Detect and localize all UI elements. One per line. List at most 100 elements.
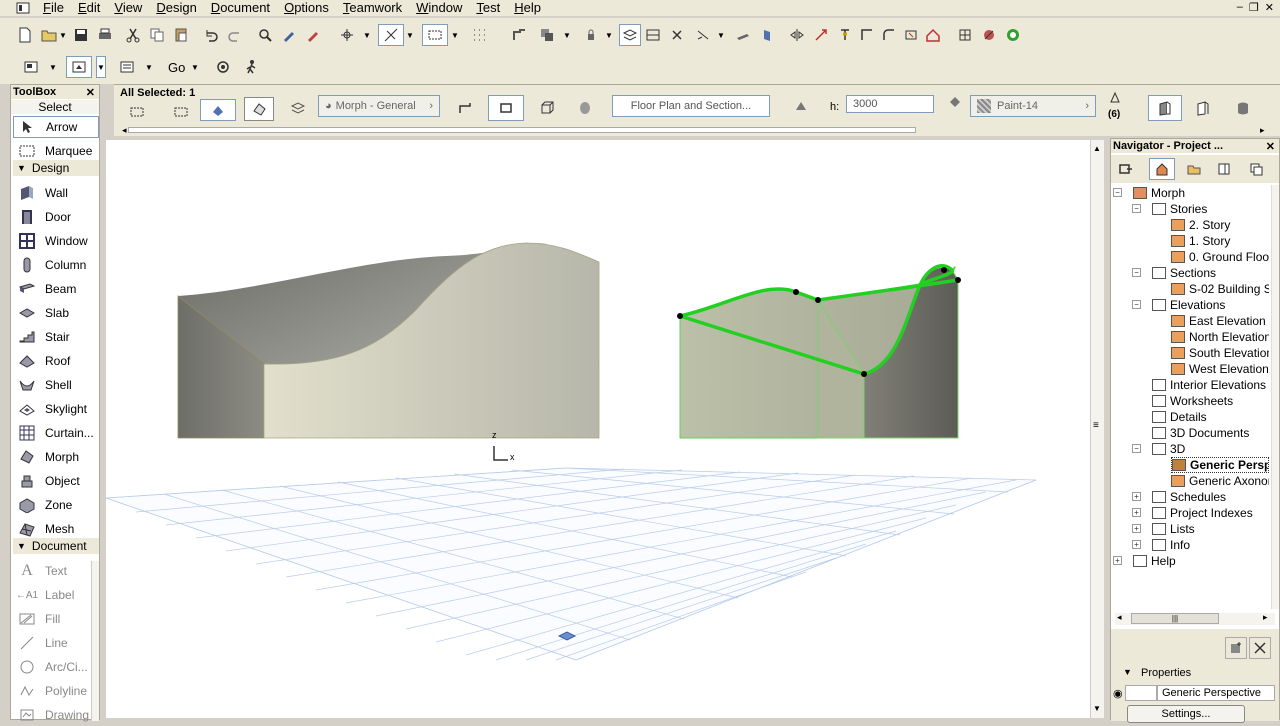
redo-icon[interactable]: [224, 24, 246, 46]
scroll-right-icon[interactable]: ▸: [1260, 125, 1265, 136]
close-icon[interactable]: ✕: [1265, 1, 1274, 14]
3d-viewport[interactable]: z x: [106, 140, 1090, 718]
tool-door[interactable]: Door: [13, 206, 99, 228]
undo-icon[interactable]: [200, 24, 222, 46]
geometry-method-icon[interactable]: [126, 101, 148, 123]
expand-toggle-icon[interactable]: +: [1132, 524, 1141, 533]
layout-dropdown-icon[interactable]: ▼: [48, 56, 58, 78]
copy-icon[interactable]: [146, 24, 168, 46]
tool-window[interactable]: Window: [13, 230, 99, 252]
tool-shell[interactable]: Shell: [13, 374, 99, 396]
open-icon[interactable]: [38, 24, 60, 46]
3d-view-icon[interactable]: [66, 56, 92, 78]
3d-window-icon[interactable]: [954, 24, 976, 46]
nav-item-s-02-building-sec[interactable]: S-02 Building Sec: [1171, 281, 1269, 297]
nav-item-worksheets[interactable]: Worksheets: [1152, 393, 1269, 409]
scroll-right-icon[interactable]: ▸: [1263, 612, 1268, 623]
teamwork-icon[interactable]: [1002, 24, 1024, 46]
navigator-hscroll[interactable]: ◂ ||| ▸: [1115, 612, 1275, 625]
tool-skylight[interactable]: Skylight: [13, 398, 99, 420]
nav-item-generic-persp[interactable]: Generic Persp: [1171, 457, 1269, 473]
tool-morph[interactable]: Morph: [13, 446, 99, 468]
delete-view-icon[interactable]: [1249, 637, 1271, 659]
navigator-menu-icon[interactable]: [1113, 158, 1139, 180]
group-dropdown-icon[interactable]: ▼: [562, 24, 572, 46]
menu-document[interactable]: Document: [204, 0, 277, 16]
nav-item-info[interactable]: Info: [1152, 537, 1269, 553]
go-dropdown-icon[interactable]: ▼: [190, 56, 200, 78]
menu-options[interactable]: Options: [277, 0, 336, 16]
inject-icon[interactable]: [302, 24, 324, 46]
toolbox-scrollbar[interactable]: [91, 561, 99, 721]
nav-item-interior-elevations[interactable]: Interior Elevations: [1152, 377, 1269, 393]
new-icon[interactable]: [14, 24, 36, 46]
view-map-icon[interactable]: [1183, 158, 1205, 180]
render-icon[interactable]: [978, 24, 1000, 46]
scroll-grip-icon[interactable]: ≡: [1093, 420, 1099, 431]
cursor-snap-icon[interactable]: [422, 24, 448, 46]
window-layout-dropdown-icon[interactable]: ▼: [144, 56, 154, 78]
menu-window[interactable]: Window: [409, 0, 469, 16]
gravity-dropdown-icon[interactable]: ▼: [362, 24, 372, 46]
nav-item-1-story[interactable]: 1. Story: [1171, 233, 1269, 249]
window-layout-icon[interactable]: [116, 56, 138, 78]
marquee-mode-icon[interactable]: [170, 101, 192, 123]
minimize-icon[interactable]: –: [1237, 1, 1243, 14]
new-view-icon[interactable]: [1225, 637, 1247, 659]
morph-tool-icon[interactable]: [244, 97, 274, 121]
view-id-field[interactable]: [1125, 685, 1157, 701]
layers-icon[interactable]: [619, 24, 641, 46]
resize-icon[interactable]: [810, 24, 832, 46]
nav-item-3d[interactable]: 3D: [1152, 441, 1269, 457]
cylinder-icon[interactable]: [574, 97, 596, 119]
menu-view[interactable]: View: [107, 0, 149, 16]
viewport-scrollbar[interactable]: ▲ ≡ ▼: [1090, 140, 1104, 718]
menu-edit[interactable]: Edit: [71, 0, 107, 16]
expand-toggle-icon[interactable]: +: [1132, 540, 1141, 549]
adjust-icon[interactable]: [508, 24, 530, 46]
tool-polyline[interactable]: Polyline: [13, 680, 99, 702]
lock-dropdown-icon[interactable]: ▼: [604, 24, 614, 46]
scroll-up-icon[interactable]: ▲: [1093, 144, 1101, 153]
tool-curtain-wall[interactable]: Curtain...: [13, 422, 99, 444]
collapse-triangle-icon[interactable]: ▼: [1123, 667, 1132, 677]
nav-item-project-indexes[interactable]: Project Indexes: [1152, 505, 1269, 521]
tool-fill[interactable]: Fill: [13, 608, 99, 630]
expand-toggle-icon[interactable]: +: [1113, 556, 1122, 565]
expand-toggle-icon[interactable]: −: [1132, 268, 1141, 277]
expand-toggle-icon[interactable]: −: [1132, 300, 1141, 309]
tool-zone[interactable]: Zone: [13, 494, 99, 516]
offset-dropdown-icon[interactable]: ▼: [716, 24, 726, 46]
nav-item-east-elevation-a[interactable]: East Elevation (A: [1171, 313, 1269, 329]
nav-item-2-story[interactable]: 2. Story: [1171, 217, 1269, 233]
infobox-scrollbar[interactable]: [128, 127, 916, 133]
elevate-icon[interactable]: [834, 24, 856, 46]
menu-help[interactable]: Help: [507, 0, 548, 16]
tool-drawing[interactable]: Drawing: [13, 704, 99, 726]
nav-item-north-elevation[interactable]: North Elevation: [1171, 329, 1269, 345]
layer-field[interactable]: ◕ Morph - General ›: [318, 95, 440, 117]
nav-item-stories[interactable]: Stories: [1152, 201, 1269, 217]
scroll-left-icon[interactable]: ◂: [1117, 612, 1122, 623]
menu-file[interactable]: File: [36, 0, 71, 16]
nav-item-details[interactable]: Details: [1152, 409, 1269, 425]
box-3d-icon[interactable]: [536, 97, 558, 119]
view-name-field[interactable]: Generic Perspective: [1157, 685, 1275, 701]
orbit-icon[interactable]: [212, 56, 234, 78]
menu-teamwork[interactable]: Teamwork: [336, 0, 409, 16]
scroll-left-icon[interactable]: ◂: [122, 125, 127, 136]
box-shape-icon[interactable]: [488, 95, 524, 121]
print-icon[interactable]: [94, 24, 116, 46]
nav-item-schedules[interactable]: Schedules: [1152, 489, 1269, 505]
explode-icon[interactable]: [900, 24, 922, 46]
morph-select-mode-icon[interactable]: [200, 99, 236, 121]
layer-icon[interactable]: [284, 97, 312, 119]
intersect-icon[interactable]: [856, 24, 878, 46]
find-select-icon[interactable]: [254, 24, 276, 46]
save-icon[interactable]: [70, 24, 92, 46]
roof-tool-icon[interactable]: [922, 24, 944, 46]
snap-guides-icon[interactable]: [378, 24, 404, 46]
fillet-icon[interactable]: [878, 24, 900, 46]
trim-icon[interactable]: [756, 24, 778, 46]
tool-wall[interactable]: Wall: [13, 182, 99, 204]
